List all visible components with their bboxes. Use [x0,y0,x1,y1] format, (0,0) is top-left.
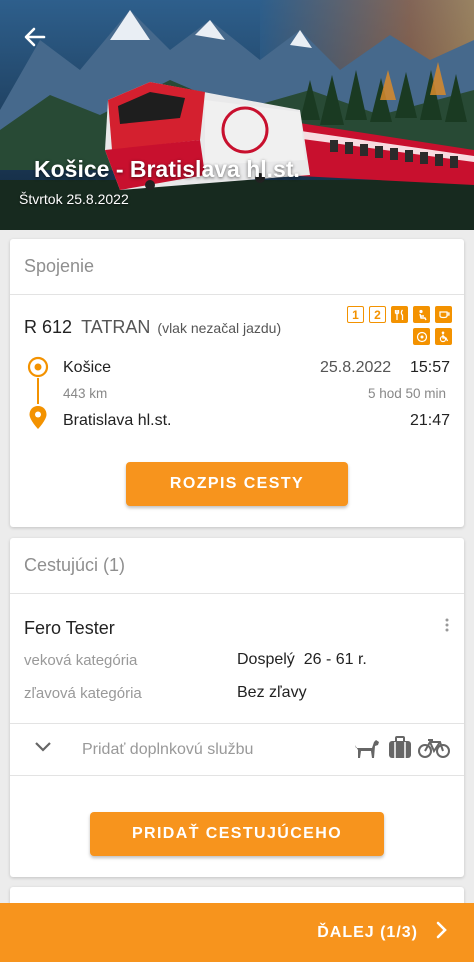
divider [10,723,464,724]
more-options-icon[interactable] [442,617,452,635]
add-passenger-button[interactable]: PRIDAŤ CESTUJÚCEHO [90,812,384,856]
divider [10,775,464,776]
dog-icon [354,736,380,765]
accessible-boarding-icon [413,328,430,345]
origin-station: Košice [63,359,112,376]
departure-date: 25.8.2022 [320,359,392,376]
distance: 443 km [63,386,108,401]
luggage-icon [387,736,413,765]
passengers-section-title: Cestujúci (1) [10,538,464,594]
first-class-icon: 1 [347,306,364,323]
itinerary-button[interactable]: ROZPIS CESTY [126,462,348,506]
bistro-icon [435,306,452,323]
chevron-right-icon [436,921,448,944]
discount-category-value: Bez zľavy [237,684,307,701]
train-number: R 612 [24,317,73,337]
destination-station: Bratislava hl.st. [63,412,172,429]
next-step-label: ĎALEJ (1/3) [317,923,418,941]
chevron-down-icon[interactable] [34,740,52,758]
departure-time: 15:57 [410,359,451,376]
couchette-icon [413,306,430,323]
destination-pin-icon [28,405,48,436]
arrival-time: 21:47 [410,412,451,429]
duration: 5 hod 50 min [368,386,447,401]
train-status-note: (vlak nezačal jazdu) [157,320,282,336]
train-info: R 612 TATRAN (vlak nezačal jazdu) [24,317,281,338]
connection-card: Spojenie R 612 TATRAN (vlak nezačal jazd… [10,239,464,527]
back-arrow-icon[interactable] [20,22,50,52]
second-class-icon: 2 [369,306,386,323]
train-name: TATRAN [81,317,151,337]
route-line [37,378,39,404]
header-banner: Košice - Bratislava hl.st. Štvrtok 25.8.… [0,0,474,230]
add-extra-service-label[interactable]: Pridať doplnkovú službu [82,741,253,759]
travel-date: Štvrtok 25.8.2022 [19,191,129,207]
connection-section-title: Spojenie [10,239,464,295]
passenger-name: Fero Tester [24,618,115,638]
restaurant-icon [391,306,408,323]
passengers-card: Cestujúci (1) Fero Tester veková kategór… [10,538,464,877]
wheelchair-icon [435,328,452,345]
discount-category-label: zľavová kategória [24,685,142,702]
age-category-label: veková kategória [24,652,138,669]
next-step-bar[interactable]: ĎALEJ (1/3) [0,903,474,962]
bicycle-icon [418,737,450,764]
age-category-value: Dospelý 26 - 61 r. [237,651,367,668]
route-title: Košice - Bratislava hl.st. [34,156,300,182]
